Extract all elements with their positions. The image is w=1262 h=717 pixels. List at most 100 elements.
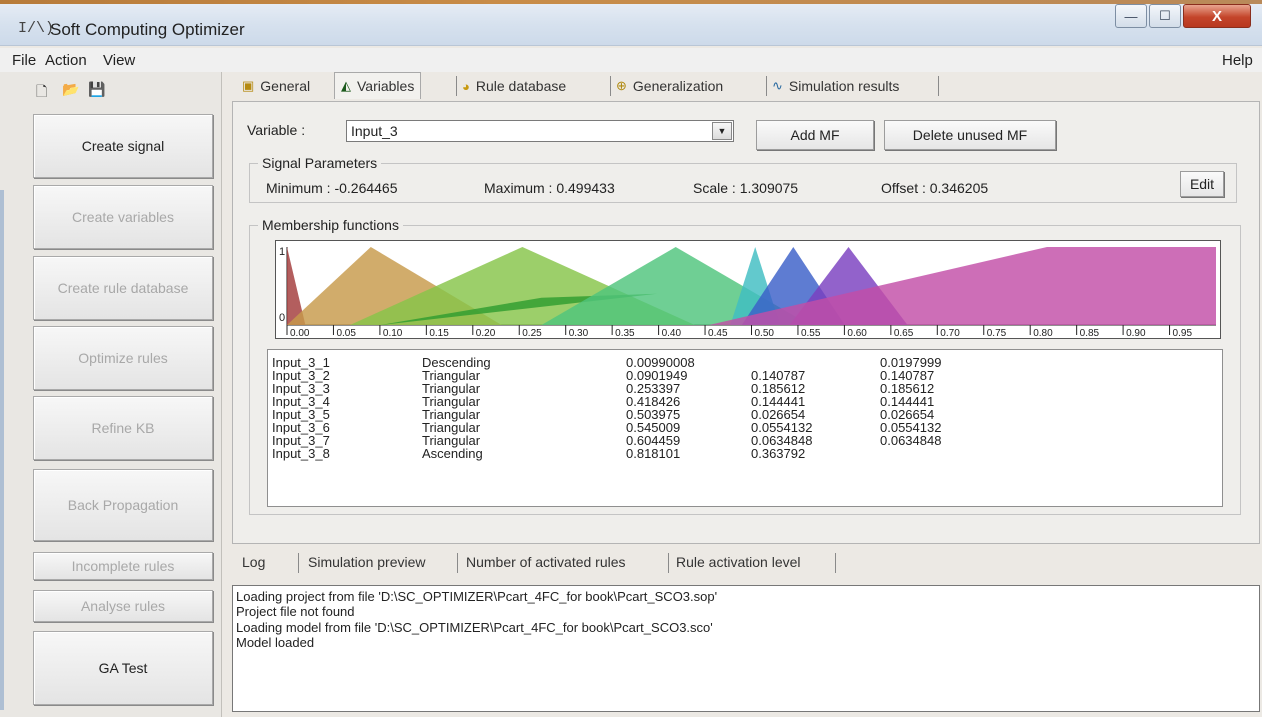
- mf-row[interactable]: Input_3_2 Triangular 0.0901949 0.140787 0.14…: [268, 369, 1222, 382]
- x-tick-label: 0.70: [940, 328, 960, 338]
- tab-rule-activation-level[interactable]: Rule activation level: [676, 554, 801, 570]
- ga-test-button[interactable]: GA Test: [33, 631, 213, 705]
- menu-help[interactable]: Help: [1222, 52, 1253, 69]
- desktop-edge: [0, 190, 4, 710]
- tab-general[interactable]: ▣ General: [242, 74, 310, 98]
- x-tick-label: 0.75: [987, 328, 1007, 338]
- x-tick-label: 0.20: [476, 328, 496, 338]
- mf-name: Input_3_8: [272, 446, 330, 461]
- x-tick-label: 0.00: [290, 328, 310, 338]
- membership-functions-title: Membership functions: [258, 217, 403, 233]
- x-tick-label: 0.35: [615, 328, 635, 338]
- variable-label: Variable :: [247, 122, 306, 138]
- log-line: Loading model from file 'D:\SC_OPTIMIZER…: [236, 620, 713, 635]
- mf-row[interactable]: Input_3_7 Triangular 0.604459 0.0634848 0.06…: [268, 434, 1222, 447]
- signal-parameters-title: Signal Parameters: [258, 155, 382, 171]
- maximize-button[interactable]: ☐: [1149, 4, 1181, 28]
- mf-param: 0.0634848: [880, 433, 942, 448]
- tab-simulation-results[interactable]: ∿ Simulation results: [772, 74, 899, 98]
- close-button[interactable]: X: [1183, 4, 1251, 28]
- x-tick-label: 0.25: [522, 328, 542, 338]
- mf-type: Ascending: [422, 446, 483, 461]
- x-tick-label: 0.65: [894, 328, 914, 338]
- add-mf-button[interactable]: Add MF: [756, 120, 874, 150]
- save-icon[interactable]: 💾: [88, 81, 105, 98]
- log-line: Loading project from file 'D:\SC_OPTIMIZ…: [236, 589, 718, 604]
- log-line: Model loaded: [236, 635, 315, 650]
- window-top-edge: [0, 0, 1262, 4]
- create-signal-button[interactable]: Create signal: [33, 114, 213, 178]
- mf-row[interactable]: Input_3_5 Triangular 0.503975 0.026654 0.026…: [268, 408, 1222, 421]
- tab-variables-label: Variables: [357, 78, 415, 94]
- signal-maximum: Maximum : 0.499433: [484, 180, 615, 196]
- back-propagation-button[interactable]: Back Propagation: [33, 469, 213, 541]
- x-tick-label: 0.85: [1080, 328, 1100, 338]
- create-rule-database-button[interactable]: Create rule database: [33, 256, 213, 320]
- mf-row[interactable]: Input_3_8 Ascending 0.818101 0.363792: [268, 447, 1222, 460]
- tab-simulation-results-label: Simulation results: [788, 78, 900, 94]
- new-file-icon[interactable]: 🗋: [36, 81, 47, 105]
- tab-separator: [668, 553, 669, 573]
- signal-scale: Scale : 1.309075: [693, 180, 799, 196]
- mf-row[interactable]: Input_3_4 Triangular 0.418426 0.144441 0.144…: [268, 395, 1222, 408]
- variables-icon: ◭: [341, 78, 351, 93]
- log-tabs: Log Simulation preview Number of activat…: [232, 548, 1262, 584]
- create-variables-button[interactable]: Create variables: [33, 185, 213, 249]
- tab-number-of-activated-rules[interactable]: Number of activated rules: [466, 554, 626, 570]
- x-tick-label: 0.05: [336, 328, 356, 338]
- mf-param: 0.363792: [751, 446, 806, 461]
- edit-signal-button[interactable]: Edit: [1180, 171, 1224, 197]
- delete-unused-mf-button[interactable]: Delete unused MF: [884, 120, 1056, 150]
- log-output[interactable]: Loading project from file 'D:\SC_OPTIMIZ…: [232, 585, 1260, 712]
- application-window: I/\) Soft Computing Optimizer — ☐ X File…: [0, 0, 1262, 717]
- analyse-rules-button[interactable]: Analyse rules: [33, 590, 213, 622]
- menu-action[interactable]: Action: [45, 52, 87, 69]
- menu-view[interactable]: View: [103, 52, 135, 69]
- mf-row[interactable]: Input_3_6 Triangular 0.545009 0.0554132 0.05…: [268, 421, 1222, 434]
- variable-select[interactable]: Input_3 ▼: [346, 120, 734, 142]
- menu-file[interactable]: File: [12, 52, 36, 69]
- refine-kb-button[interactable]: Refine KB: [33, 396, 213, 460]
- window-title: Soft Computing Optimizer: [50, 20, 245, 39]
- tab-separator: [298, 553, 299, 573]
- generalization-icon: ⊕: [616, 78, 627, 93]
- tab-separator: [766, 76, 767, 96]
- tab-separator: [835, 553, 836, 573]
- membership-plot: 1 0 0.00 0.05 0.10 0.15 0.20 0.25 0.30 0.35 0.40…: [275, 240, 1221, 339]
- tab-generalization-label: Generalization: [632, 78, 724, 94]
- open-folder-icon[interactable]: 📂: [62, 81, 79, 98]
- tab-rule-database[interactable]: ◕ Rule database: [462, 74, 566, 98]
- tab-generalization[interactable]: ⊕ Generalization: [616, 74, 723, 98]
- x-tick-label: 0.10: [383, 328, 403, 338]
- tab-simulation-preview[interactable]: Simulation preview: [308, 554, 426, 570]
- x-tick-label: 0.90: [1126, 328, 1146, 338]
- mf-param: 0.818101: [626, 446, 681, 461]
- variable-select-value: Input_3: [351, 123, 398, 139]
- tab-variables[interactable]: ◭ Variables: [334, 72, 422, 99]
- y-axis-top-label: 1: [279, 246, 285, 258]
- rule-database-icon: ◕: [462, 78, 470, 94]
- tab-separator: [457, 553, 458, 573]
- signal-offset: Offset : 0.346205: [881, 180, 989, 196]
- chevron-down-icon[interactable]: ▼: [712, 122, 732, 140]
- x-tick-label: 0.15: [429, 328, 449, 338]
- membership-chart: 1 0 0.00 0.05 0.10 0.15 0.20 0.25 0.30 0.35 0.40…: [279, 246, 1216, 339]
- tab-separator: [938, 76, 939, 96]
- menu-bar: File Action View Help: [0, 48, 1262, 72]
- signal-minimum: Minimum : -0.264465: [266, 180, 398, 196]
- x-tick-label: 0.45: [708, 328, 728, 338]
- simulation-results-icon: ∿: [772, 78, 783, 93]
- title-bar: I/\) Soft Computing Optimizer — ☐ X: [0, 0, 1262, 46]
- mf-row[interactable]: Input_3_1 Descending 0.00990008 0.0197999: [268, 356, 1222, 369]
- membership-function-list[interactable]: Input_3_1 Descending 0.00990008 0.0197999 In…: [267, 349, 1223, 507]
- optimize-rules-button[interactable]: Optimize rules: [33, 326, 213, 390]
- x-tick-label: 0.40: [662, 328, 682, 338]
- x-tick-label: 0.50: [755, 328, 775, 338]
- y-axis-bottom-label: 0: [279, 312, 285, 324]
- tab-log[interactable]: Log: [242, 554, 265, 570]
- incomplete-rules-button[interactable]: Incomplete rules: [33, 552, 213, 580]
- tab-general-label: General: [260, 78, 311, 94]
- mf-row[interactable]: Input_3_3 Triangular 0.253397 0.185612 0.185…: [268, 382, 1222, 395]
- minimize-button[interactable]: —: [1115, 4, 1147, 28]
- x-tick-label: 0.95: [1173, 328, 1193, 338]
